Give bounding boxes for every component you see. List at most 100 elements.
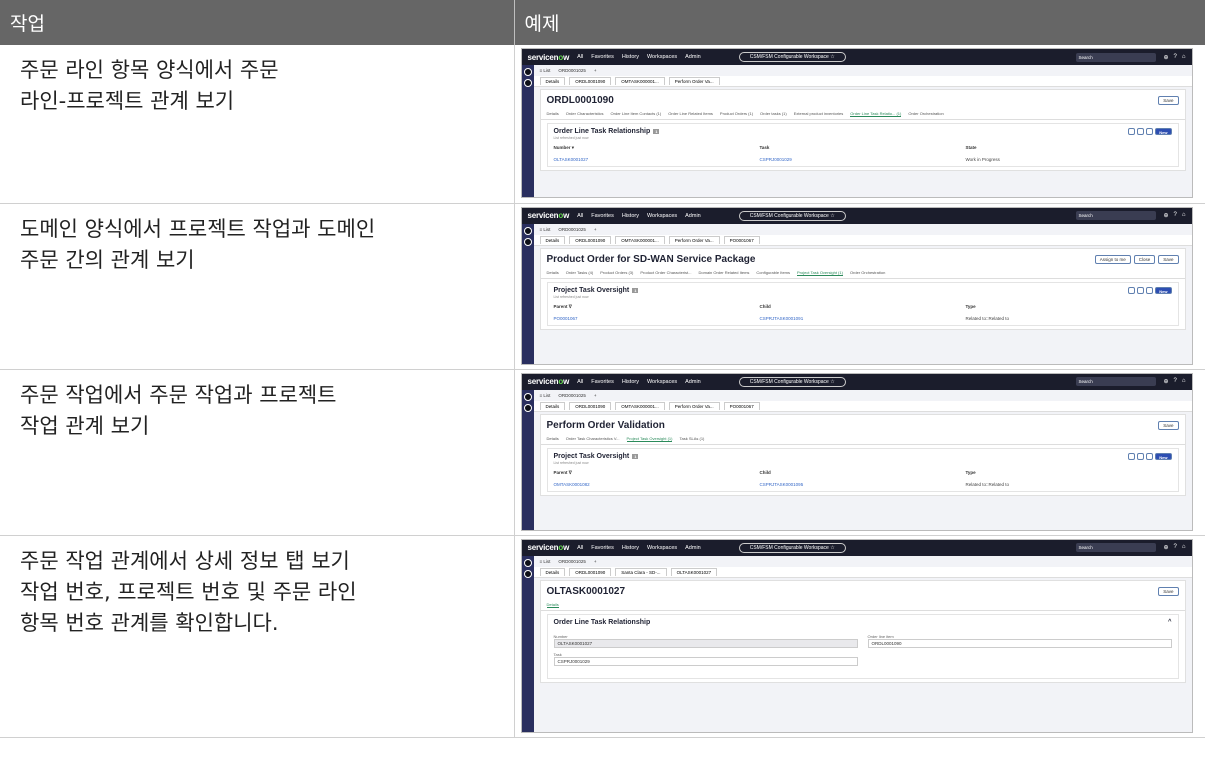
related-list-tab[interactable]: Order Characteristics (566, 111, 604, 117)
nav-item[interactable]: All (577, 545, 583, 551)
nav-item[interactable]: Favorites (591, 545, 614, 551)
related-list-tab[interactable]: Order Orchestration (908, 111, 943, 117)
bell-icon[interactable]: ⌂ (1182, 212, 1186, 219)
new-button[interactable]: New (1155, 452, 1172, 460)
nav-item[interactable]: Admin (685, 545, 701, 551)
list-tab[interactable]: ≡ List (540, 559, 551, 564)
record-tab[interactable]: Details (539, 77, 566, 85)
nav-item[interactable]: All (577, 379, 583, 385)
cell-value[interactable]: OLTASK0001027 (554, 157, 760, 162)
home-icon[interactable] (523, 68, 532, 76)
record-tab[interactable]: OMTASK000001... (615, 77, 665, 85)
column-header[interactable]: Number ▾ (554, 145, 760, 151)
related-list-tab[interactable]: Task SLAs (1) (679, 436, 704, 442)
globe-icon[interactable]: ⊕ (1164, 544, 1169, 551)
nav-item[interactable]: All (577, 213, 583, 219)
nav-item[interactable]: Favorites (591, 213, 614, 219)
search-input[interactable]: Search (1075, 211, 1156, 220)
list-tab[interactable]: ≡ List (540, 68, 551, 73)
related-list-tab[interactable]: Product Orders (1) (720, 111, 753, 117)
filter-icon[interactable] (1146, 286, 1154, 294)
globe-icon[interactable]: ⊕ (1164, 212, 1169, 219)
record-button[interactable]: Save (1158, 96, 1179, 105)
column-header[interactable]: Parent ∇ (554, 470, 760, 476)
record-tab[interactable]: OMTASK000001... (615, 235, 665, 244)
cell-value[interactable]: CSPRJTASK0001091 (760, 316, 966, 321)
globe-icon[interactable]: ⊕ (1164, 378, 1169, 385)
related-list-tab[interactable]: Product Order Characterist... (640, 270, 691, 276)
record-tab[interactable]: Perform Order Va... (668, 77, 720, 85)
bell-icon[interactable]: ⌂ (1182, 54, 1186, 61)
related-list-tab[interactable]: Project Task Oversight (1) (797, 270, 843, 276)
nav-item[interactable]: Workspaces (647, 213, 677, 219)
home-icon[interactable] (523, 226, 532, 235)
related-list-tab[interactable]: Order Line Related Items (668, 111, 713, 117)
number-field[interactable]: OLTASK0001027 (553, 638, 858, 648)
column-header[interactable]: Child (760, 304, 966, 310)
bell-icon[interactable]: ⌂ (1182, 544, 1186, 551)
home-icon[interactable] (523, 392, 532, 401)
related-list-tab[interactable]: Order Line Task Relatio... (1) (850, 111, 902, 117)
help-icon[interactable]: ? (1174, 544, 1177, 551)
column-header[interactable]: State (966, 145, 1172, 151)
settings-icon[interactable] (1137, 452, 1145, 460)
add-tab-icon[interactable]: + (594, 227, 597, 232)
new-button[interactable]: New (1155, 286, 1172, 294)
filter-icon[interactable] (1146, 452, 1154, 460)
record-button[interactable]: Save (1158, 254, 1179, 264)
filter-icon[interactable] (1146, 128, 1154, 135)
record-button[interactable]: Save (1158, 420, 1179, 430)
search-input[interactable]: Search (1075, 543, 1156, 552)
cell-value[interactable]: PO0001067 (554, 316, 760, 321)
record-tab[interactable]: ORDL0001090 (569, 77, 612, 85)
refresh-icon[interactable] (1128, 128, 1136, 135)
record-tab[interactable]: ORDL0001090 (569, 567, 612, 576)
nav-item[interactable]: Admin (685, 54, 701, 60)
related-list-tab[interactable]: Order Line Item Contacts (1) (611, 111, 662, 117)
nav-item[interactable]: All (577, 54, 583, 60)
list-tab[interactable]: ≡ List (540, 227, 551, 232)
record-tab[interactable]: OLTASK0001027 (670, 567, 718, 576)
record-button[interactable]: Save (1158, 586, 1179, 596)
order-line-field[interactable]: ORDL0001090 (867, 638, 1172, 648)
workspace-pill[interactable]: CSM/FSM Configurable Workspace ☆ (738, 542, 846, 553)
nav-item[interactable]: History (622, 54, 639, 60)
collapse-icon[interactable]: ^ (1168, 619, 1172, 625)
nav-item[interactable]: Workspaces (647, 54, 677, 60)
column-header[interactable]: Parent ∇ (554, 304, 760, 310)
menu-icon[interactable] (523, 569, 532, 578)
refresh-icon[interactable] (1128, 286, 1136, 294)
workspace-pill[interactable]: CSM/FSM Configurable Workspace ☆ (738, 52, 846, 62)
related-list-tab[interactable]: Configurable Items (756, 270, 790, 276)
nav-item[interactable]: History (622, 379, 639, 385)
related-list-tab[interactable]: External product inventories (794, 111, 844, 117)
record-tab[interactable]: Perform Order Va... (668, 235, 720, 244)
menu-icon[interactable] (523, 237, 532, 246)
list-tab[interactable]: ORD0001025 (558, 393, 586, 398)
list-tab[interactable]: ≡ List (540, 393, 551, 398)
cell-value[interactable]: OMTASK0001082 (554, 482, 760, 487)
add-tab-icon[interactable]: + (594, 559, 597, 564)
column-header[interactable]: Type (966, 304, 1172, 310)
nav-item[interactable]: Workspaces (647, 379, 677, 385)
record-tab[interactable]: Details (539, 567, 566, 576)
cell-value[interactable]: CSPRJ0001029 (760, 157, 966, 162)
column-header[interactable]: Task (760, 145, 966, 151)
related-list-tab[interactable]: Product Orders (3) (600, 270, 633, 276)
workspace-pill[interactable]: CSM/FSM Configurable Workspace ☆ (738, 210, 846, 221)
related-list-tab[interactable]: Details (547, 436, 559, 442)
workspace-pill[interactable]: CSM/FSM Configurable Workspace ☆ (738, 376, 846, 387)
nav-item[interactable]: History (622, 545, 639, 551)
record-button[interactable]: Close (1133, 254, 1156, 264)
related-list-tab[interactable]: Details (547, 270, 559, 276)
related-list-tab[interactable]: Order tasks (1) (760, 111, 787, 117)
nav-item[interactable]: History (622, 213, 639, 219)
record-tab[interactable]: Perform Order Va... (668, 401, 720, 410)
record-tab[interactable]: Details (539, 401, 566, 410)
related-list-tab[interactable]: Order Tasks (4) (566, 270, 594, 276)
column-header[interactable]: Child (760, 470, 966, 476)
menu-icon[interactable] (523, 403, 532, 412)
add-tab-icon[interactable]: + (594, 68, 597, 73)
home-icon[interactable] (523, 558, 532, 567)
add-tab-icon[interactable]: + (594, 393, 597, 398)
